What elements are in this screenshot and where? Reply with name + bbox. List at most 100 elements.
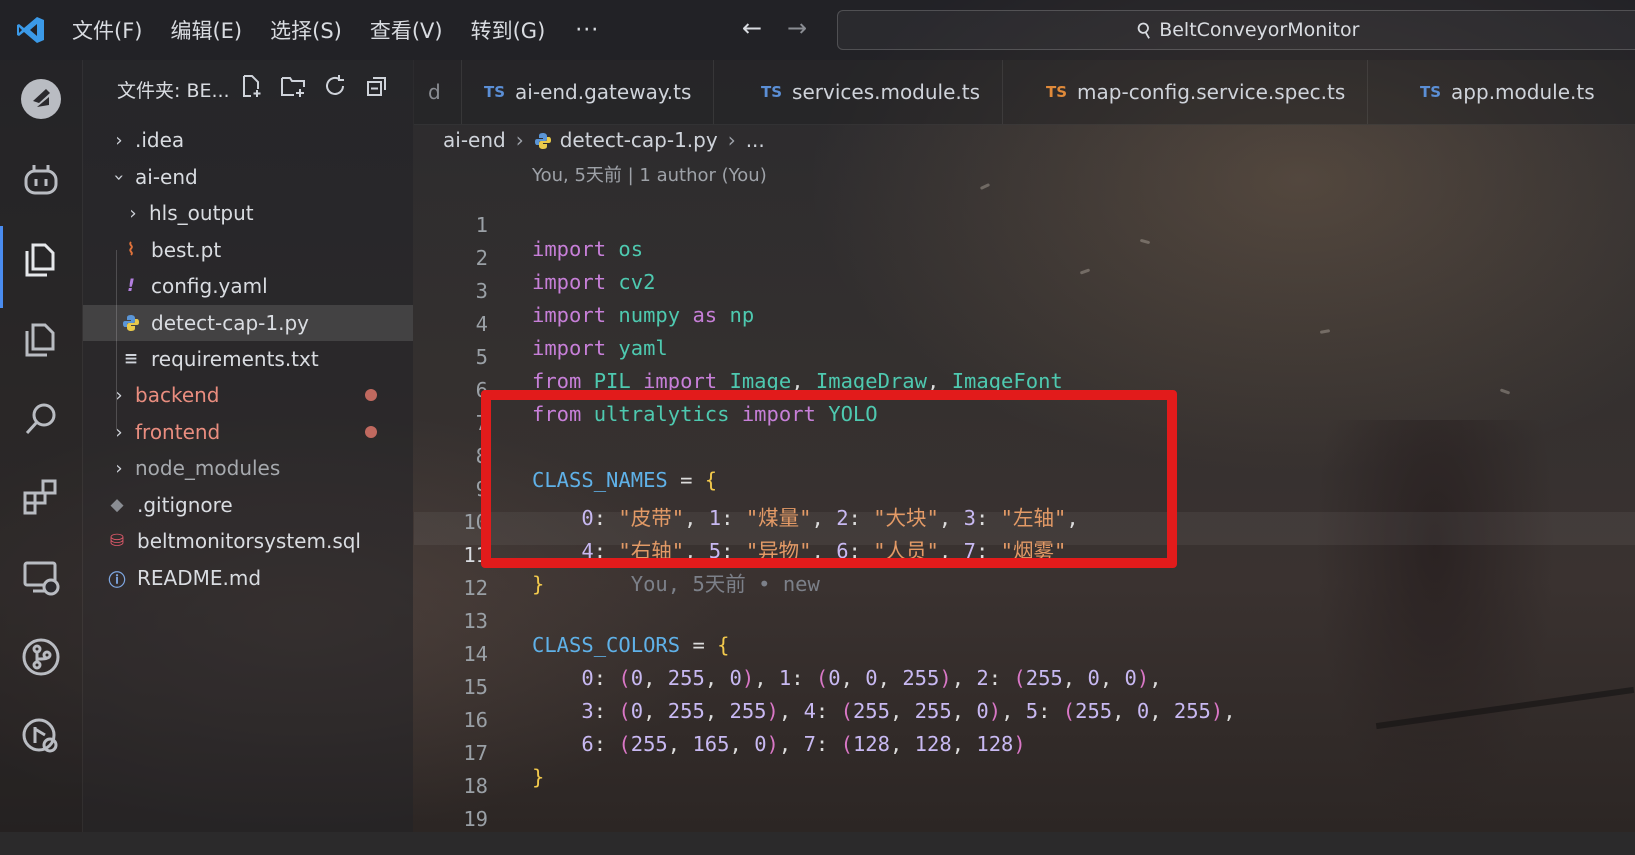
tree-file-config-yaml[interactable]: ! config.yaml: [83, 268, 413, 304]
text-file-icon: ≡: [123, 349, 139, 369]
tab-app-module[interactable]: TS app.module.ts: [1398, 60, 1617, 124]
refresh-icon[interactable]: [321, 72, 349, 100]
tree-label: requirements.txt: [151, 347, 319, 371]
code-line[interactable]: 16 6: (255, 165, 0), 7: (128, 128, 128): [414, 684, 1635, 756]
menu-file[interactable]: 文件(F): [72, 15, 142, 45]
tree-folder-ai-end[interactable]: › ai-end: [83, 159, 413, 195]
tree-label: node_modules: [135, 456, 281, 480]
chevron-down-icon: ›: [108, 173, 130, 181]
tree-label: detect-cap-1.py: [151, 311, 309, 335]
menu-selection[interactable]: 选择(S): [270, 15, 342, 45]
menu-edit[interactable]: 编辑(E): [170, 15, 242, 45]
code-line[interactable]: 13 CLASS_COLORS = {: [414, 585, 1635, 657]
tree-file-best-pt[interactable]: ⌇ best.pt: [83, 232, 413, 268]
typescript-icon: TS: [761, 83, 783, 101]
vscode-logo-icon: [17, 17, 44, 43]
breadcrumb-file[interactable]: detect-cap-1.py: [560, 128, 718, 152]
typescript-icon: TS: [484, 83, 506, 101]
extensions-icon[interactable]: [18, 474, 64, 520]
tree-folder-frontend[interactable]: › frontend: [83, 414, 413, 450]
tab-label: ai-end.gateway.ts: [515, 80, 692, 104]
code-line[interactable]: 6 from ultralytics import YOLO: [414, 354, 1635, 426]
explorer-header: 文件夹: BE...: [117, 80, 230, 102]
new-folder-icon[interactable]: [279, 72, 307, 100]
copilot-icon[interactable]: [18, 156, 64, 202]
tree-label: .gitignore: [137, 493, 233, 517]
tree-file-readme-md[interactable]: ⓘ README.md: [83, 560, 413, 596]
search-icon[interactable]: [18, 396, 64, 442]
breadcrumb: ai-end › detect-cap-1.py › ...: [443, 128, 765, 152]
chevron-right-icon: ›: [115, 421, 123, 443]
code-line[interactable]: 5 from PIL import Image, ImageDraw, Imag…: [414, 321, 1635, 393]
editor-tabs: d TS ai-end.gateway.ts TS services.modul…: [414, 60, 1635, 125]
code-line[interactable]: 15 3: (0, 255, 255), 4: (255, 255, 0), 5…: [414, 651, 1635, 723]
menu-view[interactable]: 查看(V): [370, 15, 443, 45]
python-icon: [534, 131, 552, 149]
rss-icon: ⌇: [126, 240, 136, 260]
code-line[interactable]: 20 def get_font(size=20, font_path=None)…: [414, 812, 1635, 832]
command-center-search[interactable]: ⚲ BeltConveyorMonitor: [837, 10, 1635, 50]
tab-label: services.module.ts: [792, 80, 981, 104]
search-icon: ⚲: [1131, 15, 1157, 45]
code-line[interactable]: 1 import os: [414, 189, 1635, 261]
explorer-icon[interactable]: [18, 236, 64, 282]
chevron-right-icon: ›: [115, 384, 123, 406]
tree-label: .idea: [135, 128, 185, 152]
chevron-right-icon: ›: [115, 457, 123, 479]
database-icon: ⛁: [109, 531, 125, 551]
tree-label: backend: [135, 383, 220, 407]
info-icon: ⓘ: [108, 570, 126, 591]
tree-file-requirements-txt[interactable]: ≡ requirements.txt: [83, 341, 413, 377]
tab-ai-end-gateway[interactable]: TS ai-end.gateway.ts: [462, 60, 715, 124]
source-control-icon[interactable]: [18, 634, 64, 680]
tree-folder-idea[interactable]: › .idea: [83, 122, 413, 158]
new-file-icon[interactable]: [237, 72, 265, 100]
remote-explorer-icon[interactable]: [18, 554, 64, 600]
tree-file-beltmonitorsystem-sql[interactable]: ⛁ beltmonitorsystem.sql: [83, 523, 413, 559]
codelens-blame[interactable]: You, 5天前 | 1 author (You): [532, 161, 767, 187]
tree-label: config.yaml: [151, 274, 268, 298]
tree-file-detect-cap-1-py[interactable]: detect-cap-1.py: [83, 305, 413, 341]
modified-dot: [365, 389, 377, 401]
chevron-right-icon: ›: [115, 129, 123, 151]
typescript-icon: TS: [1420, 83, 1442, 101]
breadcrumb-symbol[interactable]: ...: [746, 128, 765, 152]
tree-folder-hls-output[interactable]: › hls_output: [83, 195, 413, 231]
tree-label: README.md: [137, 566, 262, 590]
tree-label: ai-end: [135, 165, 198, 189]
forward-arrow-icon[interactable]: →: [787, 14, 807, 42]
git-icon: ◆: [110, 495, 124, 515]
code-line[interactable]: 17 }: [414, 717, 1635, 789]
title-bar: 文件(F) 编辑(E) 选择(S) 查看(V) 转到(G) ··· ← → ⚲ …: [0, 0, 1635, 60]
code-line[interactable]: 4 import yaml: [414, 288, 1635, 360]
back-arrow-icon[interactable]: ←: [742, 14, 762, 42]
explorer-actions: [237, 72, 391, 100]
breadcrumb-folder[interactable]: ai-end: [443, 128, 506, 152]
source-files-icon[interactable]: [18, 316, 64, 362]
menu-more-icon[interactable]: ···: [575, 18, 599, 43]
python-icon: [121, 314, 141, 332]
code-line[interactable]: 18: [414, 750, 1635, 798]
tab-services-module[interactable]: TS services.module.ts: [739, 60, 1004, 124]
tab-label: d: [428, 80, 441, 104]
code-line[interactable]: 14 0: (0, 255, 0), 1: (0, 0, 255), 2: (2…: [414, 618, 1635, 690]
tab-map-config-service-spec[interactable]: TS map-config.service.spec.ts: [1024, 60, 1369, 124]
chevron-right-icon: ›: [515, 128, 524, 152]
tree-folder-backend[interactable]: › backend: [83, 377, 413, 413]
tree-label: frontend: [135, 420, 221, 444]
tree-file-gitignore[interactable]: ◆ .gitignore: [83, 487, 413, 523]
modified-dot: [365, 426, 377, 438]
collapse-all-icon[interactable]: [363, 72, 391, 100]
activity-bar: [0, 60, 83, 832]
chevron-right-icon: ›: [727, 128, 736, 152]
tree-folder-node-modules[interactable]: › node_modules: [83, 450, 413, 486]
tab-clipped[interactable]: d: [408, 60, 462, 124]
typescript-icon: TS: [1046, 83, 1068, 101]
tree-label: best.pt: [151, 238, 222, 262]
chevron-right-icon: ›: [129, 202, 137, 224]
claude-icon[interactable]: [18, 76, 64, 122]
run-debug-icon[interactable]: [18, 712, 64, 758]
code-line[interactable]: 2 import cv2: [414, 222, 1635, 294]
menu-go[interactable]: 转到(G): [471, 15, 546, 45]
code-line[interactable]: 3 import numpy as np: [414, 255, 1635, 327]
